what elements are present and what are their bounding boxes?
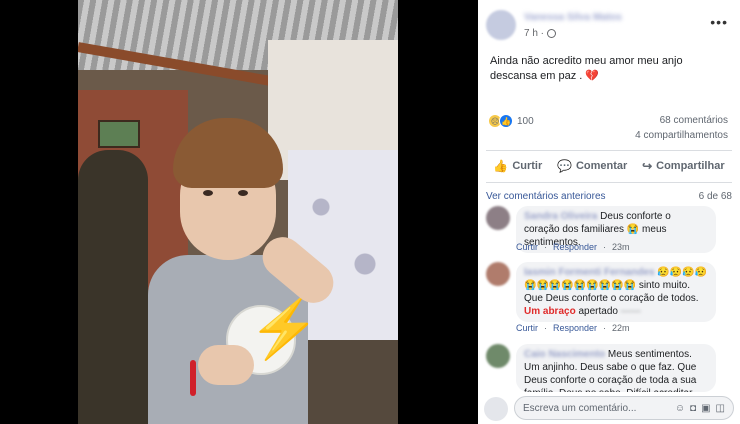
speech-bubble-icon: 💬 bbox=[557, 159, 572, 173]
comment-reply-link[interactable]: Responder bbox=[553, 242, 597, 252]
author-name[interactable]: Vanessa Silva Matos bbox=[524, 12, 634, 22]
view-previous-comments-link[interactable]: Ver comentários anteriores bbox=[486, 191, 606, 202]
post-photo[interactable]: ⚡ bbox=[78, 0, 398, 424]
photo-child-hand bbox=[198, 345, 254, 385]
post-time[interactable]: 7 h · bbox=[524, 28, 544, 39]
like-label: Curtir bbox=[512, 160, 543, 172]
camera-icon[interactable]: ◘ bbox=[690, 403, 696, 414]
reactions-summary[interactable]: ☹ 👍 100 bbox=[488, 114, 534, 128]
comment-emoji: 😥😥😥😥 bbox=[657, 267, 708, 278]
comment-input-placeholder: Escreva um comentário... bbox=[523, 402, 637, 414]
comment-page-count: 6 de 68 bbox=[698, 191, 732, 202]
divider bbox=[486, 182, 732, 183]
comment-time[interactable]: 23m bbox=[612, 242, 630, 252]
photo-eye bbox=[203, 190, 213, 196]
post-actions: 👍 Curtir 💬 Comentar ↪ Compartilhar bbox=[486, 154, 732, 178]
blurred-tag: —— bbox=[620, 306, 641, 317]
comment-bubble: Iasmin Formenti Fernandes 😥😥😥😥 😭😭😭😭😭😭😭😭😭… bbox=[516, 262, 716, 322]
comment-meta: Curtir · Responder · 23m bbox=[516, 242, 630, 252]
commenter-avatar[interactable] bbox=[486, 206, 510, 230]
comment-input[interactable]: Escreva um comentário... ☺ ◘ ▣ ◫ bbox=[514, 396, 734, 420]
like-reaction-icon: 👍 bbox=[499, 114, 513, 128]
comment-button[interactable]: 💬 Comentar bbox=[557, 159, 627, 173]
composer-icons: ☺ ◘ ▣ ◫ bbox=[675, 403, 725, 414]
comment-label: Comentar bbox=[575, 160, 628, 172]
commenter-name[interactable]: Caio Nascimento bbox=[524, 349, 605, 360]
photo-child-hair bbox=[173, 118, 283, 188]
comment-text: 😭😭😭😭😭😭😭😭😭 sinto muito. Que Deus conforte… bbox=[524, 280, 699, 304]
sticker-icon[interactable]: ◫ bbox=[716, 403, 725, 414]
globe-icon bbox=[547, 29, 557, 38]
comment-bubble: Caio Nascimento Meus sentimentos. Um anj… bbox=[516, 344, 716, 392]
post-meta: 7 h · bbox=[524, 28, 557, 39]
author-avatar[interactable] bbox=[486, 10, 516, 40]
commenter-avatar[interactable] bbox=[486, 262, 510, 286]
commenter-name[interactable]: Iasmin Formenti Fernandes bbox=[524, 267, 655, 278]
comment-meta: Curtir · Responder · 22m bbox=[516, 323, 630, 333]
comment-highlight: Um abraço bbox=[524, 306, 576, 317]
comments-count[interactable]: 68 comentários bbox=[660, 115, 728, 126]
post-header: Vanessa Silva Matos 7 h · ••• bbox=[486, 8, 732, 42]
comment-text-end: apertado bbox=[575, 306, 618, 317]
viewer: ⚡ Vanessa Silva Matos 7 h · ••• Ainda nã… bbox=[0, 0, 740, 424]
comment-time[interactable]: 22m bbox=[612, 323, 630, 333]
more-icon[interactable]: ••• bbox=[710, 14, 728, 30]
post-side-panel: Vanessa Silva Matos 7 h · ••• Ainda não … bbox=[478, 0, 740, 424]
comment-like-link[interactable]: Curtir bbox=[516, 323, 538, 333]
gif-icon[interactable]: ▣ bbox=[701, 403, 710, 414]
lightning-bolt-icon: ⚡ bbox=[248, 296, 321, 361]
share-arrow-icon: ↪ bbox=[642, 159, 653, 173]
photo-person bbox=[78, 150, 148, 424]
shares-count[interactable]: 4 compartilhamentos bbox=[635, 130, 728, 141]
post-text: Ainda não acredito meu amor meu anjo des… bbox=[490, 54, 730, 84]
commenter-name[interactable]: Sandra Oliveira bbox=[524, 211, 597, 222]
comment-reply-link[interactable]: Responder bbox=[553, 323, 597, 333]
share-button[interactable]: ↪ Compartilhar bbox=[642, 159, 725, 173]
thumbs-up-icon: 👍 bbox=[493, 159, 509, 173]
share-label: Compartilhar bbox=[656, 160, 725, 172]
emoji-icon[interactable]: ☺ bbox=[675, 403, 685, 414]
user-avatar bbox=[484, 397, 508, 421]
comment-composer: Escreva um comentário... ☺ ◘ ▣ ◫ bbox=[484, 396, 734, 422]
reaction-count: 100 bbox=[517, 115, 534, 127]
commenter-avatar[interactable] bbox=[486, 344, 510, 368]
broken-heart-icon: 💔 bbox=[585, 70, 600, 82]
post-stats: ☹ 👍 100 68 comentários 4 compartilhament… bbox=[488, 113, 732, 147]
photo-picture-frame bbox=[98, 120, 140, 148]
like-button[interactable]: 👍 Curtir bbox=[493, 159, 542, 173]
comment-like-link[interactable]: Curtir bbox=[516, 242, 538, 252]
divider bbox=[486, 150, 732, 151]
photo-bracelet bbox=[190, 360, 196, 396]
photo-eye bbox=[238, 190, 248, 196]
